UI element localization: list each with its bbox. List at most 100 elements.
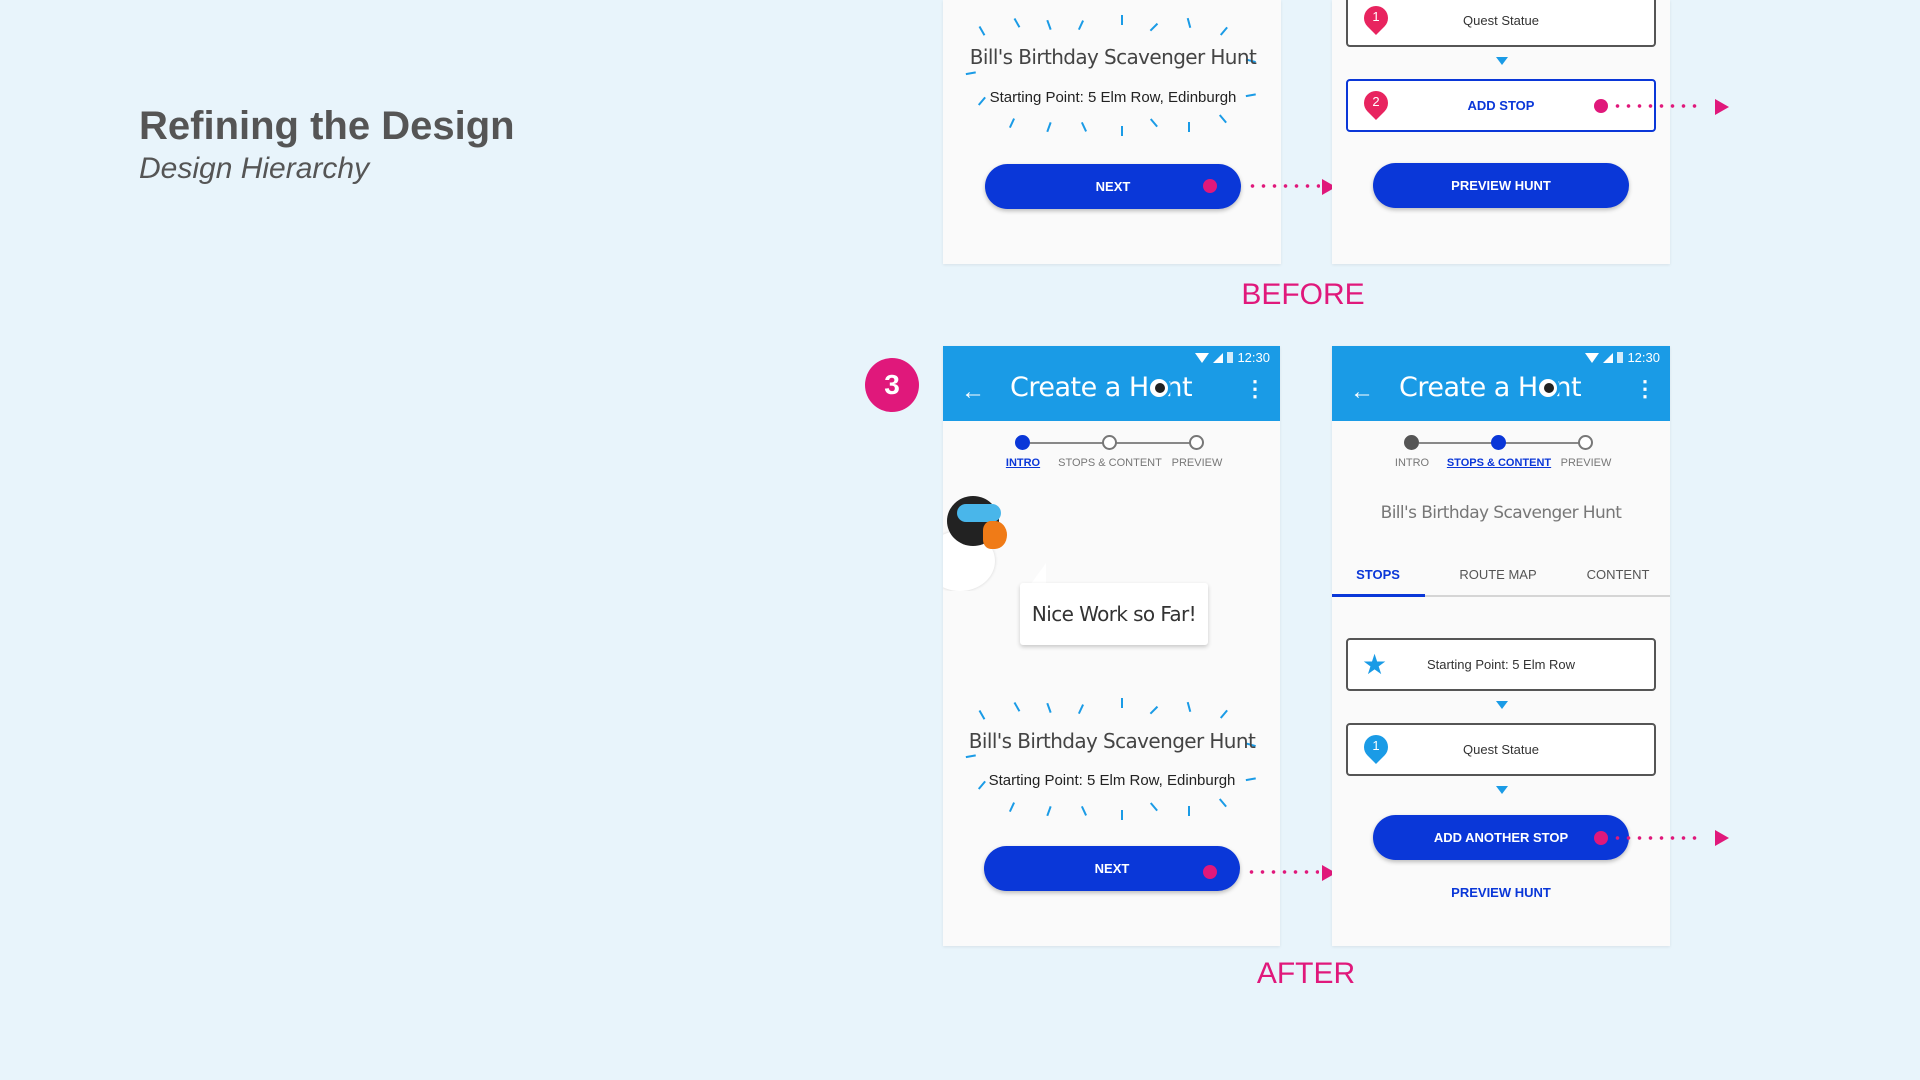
decor-ray bbox=[1149, 118, 1158, 128]
step-label-preview[interactable]: PREVIEW bbox=[1561, 457, 1612, 469]
slide-subtitle: Design Hierarchy bbox=[139, 152, 370, 185]
decor-ray bbox=[1219, 709, 1228, 719]
speech-bubble-text: Nice Work so Far! bbox=[1031, 602, 1197, 626]
more-vert-icon[interactable]: ⋮ bbox=[1244, 376, 1266, 402]
decor-ray bbox=[1077, 704, 1084, 714]
tab-route-map[interactable]: ROUTE MAP bbox=[1459, 567, 1536, 582]
starting-point-card[interactable]: ★ Starting Point: 5 Elm Row bbox=[1346, 638, 1656, 691]
next-button[interactable]: NEXT bbox=[984, 846, 1240, 891]
mascot-avatar-icon bbox=[1536, 376, 1560, 400]
decor-ray bbox=[1013, 702, 1020, 712]
hunt-starting-point: Starting Point: 5 Elm Row, Edinburgh bbox=[988, 772, 1236, 789]
annotation-hotspot bbox=[1203, 179, 1217, 193]
down-arrow-icon bbox=[1496, 701, 1508, 709]
app-bar: 12:30 ← Create a Hunt ⋮ bbox=[1332, 346, 1670, 421]
hunt-title: Bill's Birthday Scavenger Hunt bbox=[1380, 503, 1622, 523]
step-dot-stops[interactable] bbox=[1102, 435, 1117, 450]
add-another-stop-label: ADD ANOTHER STOP bbox=[1433, 830, 1569, 845]
decor-ray bbox=[1149, 705, 1158, 715]
speech-bubble-tail bbox=[1030, 563, 1046, 585]
signal-icon bbox=[1603, 352, 1614, 363]
back-arrow-icon[interactable]: ← bbox=[961, 378, 985, 406]
active-tab-indicator bbox=[1332, 594, 1425, 597]
decor-ray bbox=[1219, 26, 1228, 36]
stepper: INTRO STOPS & CONTENT PREVIEW bbox=[1332, 434, 1670, 474]
down-arrow-icon bbox=[1496, 57, 1508, 65]
tab-stops[interactable]: STOPS bbox=[1356, 567, 1400, 582]
down-arrow-icon bbox=[1496, 786, 1508, 794]
decor-ray bbox=[1149, 802, 1158, 812]
battery-icon bbox=[1227, 352, 1234, 363]
annotation-arrow-head bbox=[1715, 830, 1729, 846]
decor-ray bbox=[1186, 701, 1191, 713]
step-dot-stops[interactable] bbox=[1491, 435, 1506, 450]
status-bar: 12:30 bbox=[1195, 350, 1270, 365]
decor-ray bbox=[1149, 22, 1158, 32]
step-label-stops[interactable]: STOPS & CONTENT bbox=[1058, 457, 1162, 469]
hunt-title: Bill's Birthday Scavenger Hunt bbox=[969, 45, 1257, 69]
before-stops-screen: 1 Quest Statue 2 ADD STOP PREVIEW HUNT bbox=[1332, 0, 1670, 264]
decor-ray bbox=[1121, 126, 1123, 136]
preview-hunt-button[interactable]: PREVIEW HUNT bbox=[1373, 163, 1629, 208]
decor-ray bbox=[1121, 698, 1123, 708]
step-label-intro[interactable]: INTRO bbox=[1395, 457, 1429, 469]
decor-ray bbox=[1046, 122, 1052, 132]
before-intro-screen: Bill's Birthday Scavenger Hunt Starting … bbox=[943, 0, 1281, 264]
decor-ray bbox=[1188, 806, 1190, 816]
step-dot-intro[interactable] bbox=[1015, 435, 1030, 450]
decor-ray bbox=[1218, 798, 1227, 808]
annotation-hotspot bbox=[1203, 865, 1217, 879]
step-dot-preview[interactable] bbox=[1578, 435, 1593, 450]
hunt-starting-point: Starting Point: 5 Elm Row, Edinburgh bbox=[989, 89, 1237, 106]
more-vert-icon[interactable]: ⋮ bbox=[1634, 376, 1656, 402]
tab-content[interactable]: CONTENT bbox=[1587, 567, 1650, 582]
status-bar: 12:30 bbox=[1585, 350, 1660, 365]
decor-ray bbox=[977, 780, 986, 790]
decor-ray bbox=[1008, 802, 1015, 812]
annotation-arrow-line bbox=[1247, 184, 1320, 188]
decor-ray bbox=[1186, 17, 1191, 29]
decor-ray bbox=[1046, 703, 1052, 713]
decor-ray bbox=[1046, 806, 1052, 816]
decor-ray bbox=[1080, 806, 1087, 816]
after-stops-screen: 12:30 ← Create a Hunt ⋮ INTRO STOPS & CO… bbox=[1332, 346, 1670, 946]
slide-title: Refining the Design bbox=[139, 104, 515, 148]
decor-ray bbox=[1245, 777, 1256, 781]
stop-card[interactable]: 1 Quest Statue bbox=[1346, 0, 1656, 47]
preview-hunt-link[interactable]: PREVIEW HUNT bbox=[1451, 885, 1551, 900]
starting-point-label: Starting Point: 5 Elm Row bbox=[1426, 657, 1576, 672]
annotation-arrow-head bbox=[1715, 99, 1729, 115]
after-label: AFTER bbox=[1256, 957, 1356, 990]
add-stop-label: ADD STOP bbox=[1467, 98, 1535, 113]
preview-hunt-label: PREVIEW HUNT bbox=[1451, 178, 1551, 193]
decor-ray bbox=[978, 26, 985, 36]
step-dot-intro[interactable] bbox=[1404, 435, 1419, 450]
decor-ray bbox=[978, 710, 985, 720]
step-label-preview[interactable]: PREVIEW bbox=[1172, 457, 1223, 469]
back-arrow-icon[interactable]: ← bbox=[1350, 378, 1374, 406]
before-label: BEFORE bbox=[1241, 278, 1365, 311]
decor-ray bbox=[1013, 18, 1020, 28]
add-another-stop-button[interactable]: ADD ANOTHER STOP bbox=[1373, 815, 1629, 860]
annotation-hotspot bbox=[1594, 99, 1608, 113]
decor-ray bbox=[1188, 122, 1190, 132]
add-stop-card[interactable]: 2 ADD STOP bbox=[1346, 79, 1656, 132]
step-label-intro[interactable]: INTRO bbox=[1006, 457, 1040, 469]
clock: 12:30 bbox=[1237, 350, 1270, 365]
annotation-arrow-line bbox=[1612, 104, 1702, 108]
wifi-icon bbox=[1585, 352, 1600, 363]
stop-label: Quest Statue bbox=[1463, 13, 1539, 28]
decor-ray bbox=[1245, 93, 1256, 97]
wifi-icon bbox=[1195, 352, 1210, 363]
speech-bubble: Nice Work so Far! bbox=[1020, 583, 1208, 645]
step-label-stops[interactable]: STOPS & CONTENT bbox=[1447, 457, 1551, 469]
step-dot-preview[interactable] bbox=[1189, 435, 1204, 450]
app-bar: 12:30 ← Create a Hunt ⋮ bbox=[943, 346, 1280, 421]
decor-ray bbox=[977, 96, 986, 106]
annotation-hotspot bbox=[1594, 831, 1608, 845]
after-intro-screen: 12:30 ← Create a Hunt ⋮ INTRO STOPS & CO… bbox=[943, 346, 1280, 946]
mascot-illustration bbox=[943, 496, 1013, 591]
stop-card[interactable]: 1 Quest Statue bbox=[1346, 723, 1656, 776]
battery-icon bbox=[1617, 352, 1624, 363]
decor-ray bbox=[1121, 15, 1123, 25]
